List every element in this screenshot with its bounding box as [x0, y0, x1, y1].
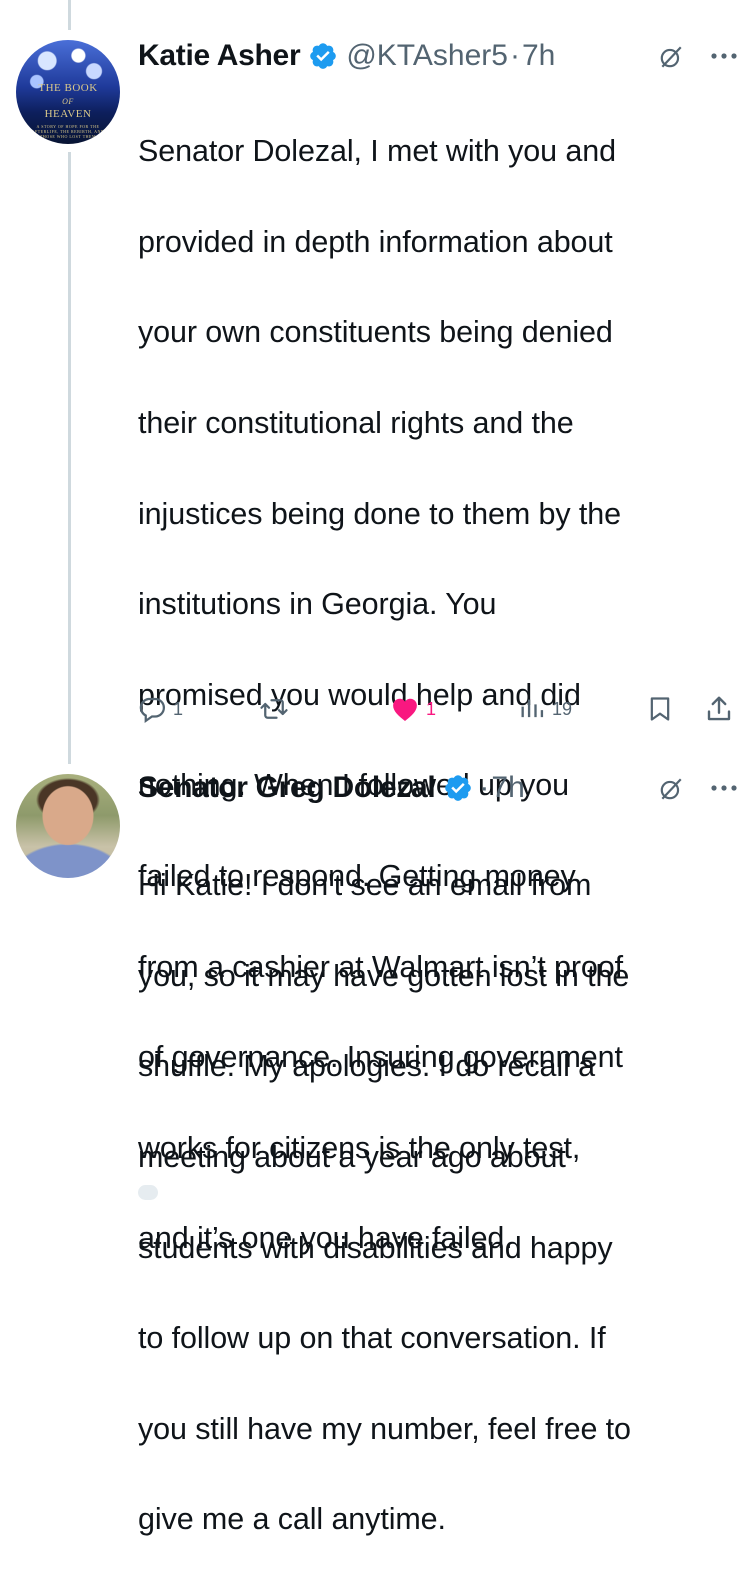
like-count: 1: [426, 698, 437, 719]
views-button[interactable]: 19: [518, 694, 572, 724]
like-icon: [393, 698, 417, 721]
tweet-time[interactable]: 7h: [522, 39, 555, 73]
bookmark-button[interactable]: [646, 694, 674, 724]
tweet-line: Hi Katie! I don't see an email from: [138, 868, 592, 903]
reply-count: 1: [173, 698, 184, 719]
verified-badge-icon: [310, 43, 337, 69]
tweet-line: you still have my number, feel free to: [138, 1411, 631, 1446]
tweet-greg-dolezal[interactable]: Senator Greg Dolezal · 7h Hi Katie! I do…: [138, 768, 754, 1588]
separator-dot: ·: [479, 771, 490, 804]
retweet-icon: [260, 699, 288, 719]
attachment-preview-edge: [138, 1185, 158, 1200]
grok-icon[interactable]: [658, 44, 684, 70]
verified-badge-icon: [445, 775, 472, 801]
tweet-line: meeting about a year ago about: [138, 1140, 566, 1175]
tweet-line: provided in depth information about: [138, 224, 613, 259]
tweet-line: to follow up on that conversation. If: [138, 1321, 606, 1356]
share-button[interactable]: [704, 694, 734, 724]
tweet-line: give me a call anytime.: [138, 1502, 446, 1537]
tweet-time[interactable]: 7h: [491, 771, 524, 805]
more-icon[interactable]: [710, 784, 738, 792]
separator-dot: ·: [509, 39, 520, 72]
views-icon: [521, 699, 544, 718]
tweet-action-bar: 1 1 19: [0, 692, 754, 732]
author-name[interactable]: Senator Greg Dolezal: [138, 771, 436, 805]
tweet-line: you, so it may have gotten lost in the: [138, 958, 630, 993]
tweet-line: injustices being done to them by the: [138, 496, 622, 531]
tweet-text: Hi Katie! I don't see an email from you,…: [138, 818, 754, 1588]
tweet-line: shuffle. My apologies. I do recall a: [138, 1049, 595, 1084]
more-icon[interactable]: [710, 52, 738, 60]
like-button[interactable]: 1: [390, 694, 436, 724]
grok-icon[interactable]: [658, 776, 684, 802]
bookmark-icon: [650, 697, 670, 721]
tweet-line: your own constituents being denied: [138, 315, 613, 350]
share-icon: [707, 696, 731, 721]
tweet-line: their constitutional rights and the: [138, 406, 574, 441]
views-count: 19: [552, 698, 573, 719]
avatar-book-title: THE BOOK OF HEAVEN A STORY OF HOPE FOR T…: [31, 82, 105, 139]
tweet-line: institutions in Georgia. You: [138, 587, 497, 622]
tweet-line: Senator Dolezal, I met with you and: [138, 134, 616, 169]
thread-line-middle: [68, 152, 71, 764]
tweet-line: students with disabilities and happy: [138, 1230, 613, 1265]
author-handle[interactable]: @KTAsher5: [346, 39, 508, 73]
reply-icon: [139, 697, 165, 724]
avatar-greg-dolezal[interactable]: [16, 774, 120, 878]
tweet-header: Senator Greg Dolezal · 7h: [138, 768, 754, 808]
reply-button[interactable]: 1: [137, 694, 183, 724]
author-name[interactable]: Katie Asher: [138, 39, 301, 73]
retweet-button[interactable]: [258, 694, 290, 724]
avatar-katie-asher[interactable]: THE BOOK OF HEAVEN A STORY OF HOPE FOR T…: [16, 40, 120, 144]
thread-line-top: [68, 0, 71, 30]
tweet-header: Katie Asher @KTAsher5 · 7h: [138, 36, 754, 76]
